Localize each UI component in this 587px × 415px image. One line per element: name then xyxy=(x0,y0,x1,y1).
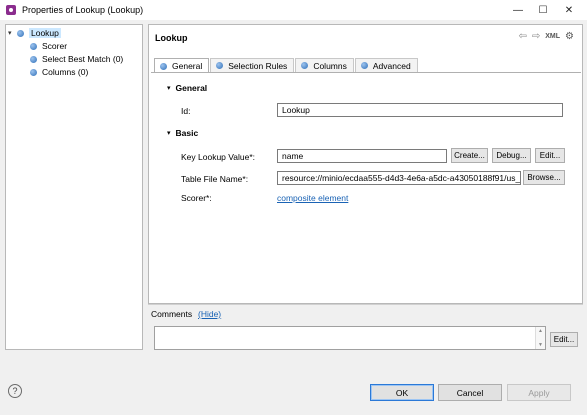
node-icon xyxy=(30,68,37,76)
ok-button[interactable]: OK xyxy=(370,384,434,401)
tree-item-label: Scorer xyxy=(42,41,68,51)
xml-icon[interactable]: XML xyxy=(545,33,560,40)
maximize-button[interactable]: ☐ xyxy=(531,0,555,20)
collapse-icon: ▾ xyxy=(167,85,171,92)
app-icon xyxy=(6,5,16,15)
section-title: General xyxy=(175,83,208,93)
help-icon[interactable]: ? xyxy=(8,384,22,398)
page-title: Lookup xyxy=(155,33,188,43)
tab-selection-rules[interactable]: Selection Rules xyxy=(210,58,295,72)
forward-arrow-icon[interactable]: ⇨ xyxy=(532,31,540,42)
comments-edit-button[interactable]: Edit... xyxy=(550,332,578,347)
node-icon xyxy=(17,29,24,37)
comments-divider xyxy=(148,304,583,305)
tab-icon xyxy=(301,62,309,69)
collapse-icon[interactable]: ▾ xyxy=(8,29,17,37)
composite-element-link[interactable]: composite element xyxy=(277,193,348,203)
minimize-button[interactable]: — xyxy=(506,0,530,20)
scroll-up-icon[interactable]: ▲ xyxy=(538,328,543,334)
comments-textarea[interactable]: ▲ ▼ xyxy=(154,326,546,350)
tab-bar: General Selection Rules Columns Advanced xyxy=(154,58,419,73)
key-lookup-label: Key Lookup Value*: xyxy=(181,152,256,162)
scorer-label: Scorer*: xyxy=(181,193,212,203)
section-general-header[interactable]: ▾ General xyxy=(167,83,207,93)
tab-divider xyxy=(151,72,581,73)
cancel-button[interactable]: Cancel xyxy=(438,384,502,401)
id-field[interactable]: Lookup xyxy=(277,103,563,117)
edit-button[interactable]: Edit... xyxy=(535,148,565,163)
close-button[interactable]: ✕ xyxy=(557,0,581,20)
tab-icon xyxy=(216,62,224,69)
comments-label: Comments xyxy=(151,309,193,319)
tree-item-label: Columns (0) xyxy=(42,67,89,77)
table-file-label: Table File Name*: xyxy=(181,174,249,184)
tab-label: Advanced xyxy=(372,60,411,71)
scroll-down-icon[interactable]: ▼ xyxy=(538,342,543,348)
comments-scrollbar[interactable]: ▲ ▼ xyxy=(535,327,545,349)
key-lookup-field[interactable]: name xyxy=(277,149,447,163)
tree-item-select-best-match[interactable]: Select Best Match (0) xyxy=(30,53,123,65)
tab-label: Selection Rules xyxy=(228,60,288,71)
header-toolbar: ⇦ ⇨ XML ⚙ xyxy=(518,31,574,42)
section-title: Basic xyxy=(175,128,199,138)
window-title: Properties of Lookup (Lookup) xyxy=(22,5,144,15)
tree-item-columns[interactable]: Columns (0) xyxy=(30,66,88,78)
table-file-field[interactable]: resource://minio/ecdaa555-d4d3-4e6a-a5dc… xyxy=(277,171,521,185)
tab-icon xyxy=(160,62,167,70)
properties-tree: ▾ Lookup Scorer Select Best Match (0) Co… xyxy=(5,24,143,350)
debug-button[interactable]: Debug... xyxy=(492,148,531,163)
tree-item-lookup[interactable]: ▾ Lookup xyxy=(8,27,61,39)
tree-item-scorer[interactable]: Scorer xyxy=(30,40,67,52)
properties-content: Lookup ⇦ ⇨ XML ⚙ General Selection Rules… xyxy=(148,24,583,304)
hide-comments-link[interactable]: (Hide) xyxy=(198,309,221,319)
apply-button[interactable]: Apply xyxy=(507,384,571,401)
tab-label: Columns xyxy=(313,60,347,71)
collapse-icon: ▾ xyxy=(167,130,171,137)
tree-item-label: Select Best Match (0) xyxy=(42,54,124,64)
create-button[interactable]: Create... xyxy=(451,148,488,163)
settings-icon[interactable]: ⚙ xyxy=(565,31,574,42)
browse-button[interactable]: Browse... xyxy=(523,170,565,185)
tab-columns[interactable]: Columns xyxy=(295,58,354,72)
tab-icon xyxy=(360,62,368,69)
node-icon xyxy=(30,42,37,50)
id-label: Id: xyxy=(181,106,191,116)
tree-item-label: Lookup xyxy=(29,28,61,38)
node-icon xyxy=(30,55,37,63)
back-arrow-icon[interactable]: ⇦ xyxy=(518,31,526,42)
tab-advanced[interactable]: Advanced xyxy=(354,58,418,72)
tab-label: General xyxy=(172,61,203,71)
section-basic-header[interactable]: ▾ Basic xyxy=(167,128,198,138)
tab-general[interactable]: General xyxy=(154,58,210,73)
